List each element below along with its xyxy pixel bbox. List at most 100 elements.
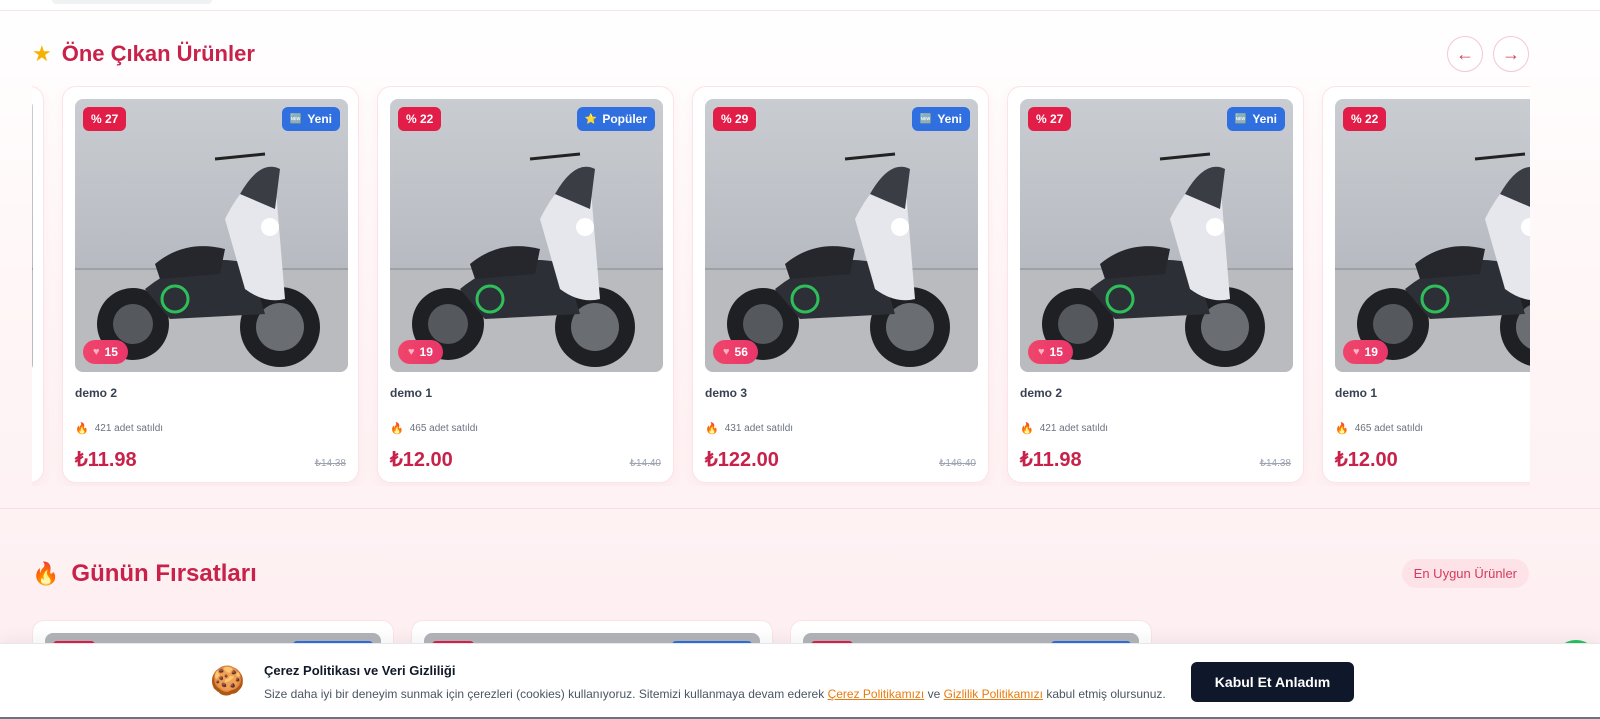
tag-icon: ⭐ (584, 113, 598, 125)
tag-icon: 🆕 (1234, 113, 1248, 125)
section-divider (0, 508, 1600, 509)
tag-label: Yeni (937, 112, 962, 126)
likes-count: 15 (1049, 345, 1063, 359)
likes-count: 19 (1364, 345, 1378, 359)
price-row: ₺12.00 ₺14.40 (390, 447, 661, 472)
carousel-arrows: ← → (1447, 36, 1529, 72)
product-name[interactable]: demo 3 (705, 386, 976, 400)
price: ₺12.00 (1335, 449, 1398, 471)
top-remnant (52, 0, 212, 4)
sold-text: 465 adet satıldı (409, 423, 479, 434)
old-price: ₺14.38 (1259, 458, 1291, 469)
heart-icon: ♥ (1038, 346, 1045, 358)
product-name[interactable]: demo 1 (1335, 386, 1530, 400)
likes-count: 19 (419, 345, 433, 359)
likes-badge[interactable]: ♥ 15 (1028, 340, 1073, 364)
deals-header: 🔥 Günün Fırsatları En Uygun Ürünler (32, 556, 1529, 592)
tag-badge: ⭐ Popüler (576, 107, 655, 131)
fire-icon: 🔥 (390, 423, 404, 435)
tag-label: Popüler (602, 112, 647, 126)
cookie-banner: 🍪 Çerez Politikası ve Veri Gizliliği Siz… (0, 643, 1600, 719)
featured-title: Öne Çıkan Ürünler (61, 41, 255, 66)
tag-badge: 🆕 Yeni (911, 107, 970, 131)
star-icon: ★ (32, 41, 52, 66)
discount-badge: % 22 (1343, 107, 1387, 131)
featured-header: ★ Öne Çıkan Ürünler ← → (32, 36, 1529, 72)
product-image[interactable]: % 29 🆕 Yeni ♥ 56 (705, 99, 978, 372)
product-name[interactable]: demo 2 (1020, 386, 1291, 400)
prev-arrow-button[interactable]: ← (1447, 36, 1483, 72)
sold-text: 421 adet satıldı (94, 423, 164, 434)
discount-badge: % 29 (713, 107, 757, 131)
fire-icon: 🔥 (32, 561, 60, 586)
heart-icon: ♥ (723, 346, 730, 358)
sold-text: 465 adet satıldı (1354, 423, 1424, 434)
sold-text: 421 adet satıldı (1039, 423, 1109, 434)
deals-title: Günün Fırsatları (71, 560, 257, 587)
cookie-text-part: kabul etmiş olursunuz. (1042, 687, 1166, 701)
heart-icon: ♥ (93, 346, 100, 358)
sold-count: 🔥 431 adet satıldı (705, 422, 976, 435)
sold-count: 🔥 465 adet satıldı (390, 422, 661, 435)
tag-badge: 🆕 Yeni (281, 107, 340, 131)
sold-count: 🔥 421 adet satıldı (1020, 422, 1291, 435)
cookie-policy-link[interactable]: Çerez Politikamızı (828, 687, 925, 701)
product-name[interactable]: demo 2 (75, 386, 346, 400)
deals-filter-pill[interactable]: En Uygun Ürünler (1401, 559, 1529, 588)
discount-badge: % 27 (83, 107, 127, 131)
price-row: ₺11.98 ₺14.38 (1020, 447, 1291, 472)
tag-label: Yeni (307, 112, 332, 126)
discount-badge: % 22 (398, 107, 442, 131)
likes-badge[interactable]: ♥ 19 (1343, 340, 1388, 364)
old-price: ₺14.40 (629, 458, 661, 469)
product-card[interactable]: % 22 ♥ 19 demo 1 🔥 465 adet satıldı ₺12.00 (1322, 86, 1530, 483)
accept-cookies-button[interactable]: Kabul Et Anladım (1191, 662, 1354, 702)
heart-icon: ♥ (1353, 346, 1360, 358)
product-image[interactable]: % 22 ⭐ Popüler ♥ 19 (390, 99, 663, 372)
product-image[interactable]: % 27 🆕 Yeni ♥ 15 (1020, 99, 1293, 372)
price: ₺122.00 (705, 449, 779, 471)
product-card[interactable]: % 27 🆕 Yeni ♥ 15 demo 2 🔥 421 adet satıldı … (1007, 86, 1304, 483)
cookie-title: Çerez Politikası ve Veri Gizliliği (264, 663, 456, 678)
price-row: ₺11.98 ₺14.38 (75, 447, 346, 472)
cookie-text-part: Size daha iyi bir deneyim sunmak için çe… (264, 687, 828, 701)
sold-text: 431 adet satıldı (724, 423, 794, 434)
product-card[interactable]: % 22 ⭐ Popüler ♥ 19 demo 1 🔥 465 adet satıl… (377, 86, 674, 483)
price-row: ₺12.00 (1335, 447, 1530, 472)
tag-icon: 🆕 (919, 113, 933, 125)
product-image[interactable]: % 27 🆕 Yeni ♥ 15 (75, 99, 348, 372)
product-name[interactable]: demo 1 (390, 386, 661, 400)
likes-badge[interactable]: ♥ 15 (83, 340, 128, 364)
sold-count: 🔥 421 adet satıldı (75, 422, 346, 435)
next-arrow-button[interactable]: → (1493, 36, 1529, 72)
featured-carousel: % 22 🆕Yeni ♥19 demo 1 🔥465 adet satıldı … (32, 86, 1530, 486)
price: ₺11.98 (75, 449, 137, 471)
tag-icon: 🆕 (289, 113, 303, 125)
product-card[interactable]: % 22 🆕Yeni ♥19 demo 1 🔥465 adet satıldı … (32, 86, 44, 483)
sold-count: 🔥 465 adet satıldı (1335, 422, 1530, 435)
cookie-text: Size daha iyi bir deneyim sunmak için çe… (264, 687, 1166, 701)
heart-icon: ♥ (408, 346, 415, 358)
fire-icon: 🔥 (75, 423, 89, 435)
likes-badge[interactable]: ♥ 19 (398, 340, 443, 364)
likes-count: 15 (104, 345, 118, 359)
price: ₺11.98 (1020, 449, 1082, 471)
tag-badge: 🆕 Yeni (1226, 107, 1285, 131)
fire-icon: 🔥 (1335, 423, 1349, 435)
cookie-icon: 🍪 (210, 665, 245, 696)
fire-icon: 🔥 (1020, 423, 1034, 435)
top-divider (0, 10, 1600, 11)
product-card[interactable]: % 29 🆕 Yeni ♥ 56 demo 3 🔥 431 adet satıldı … (692, 86, 989, 483)
product-image[interactable]: % 22 ♥ 19 (1335, 99, 1530, 372)
tag-label: Yeni (1252, 112, 1277, 126)
likes-count: 56 (734, 345, 748, 359)
privacy-policy-link[interactable]: Gizlilik Politikamızı (944, 687, 1043, 701)
cookie-text-part: ve (924, 687, 944, 701)
price-row: ₺122.00 ₺146.40 (705, 447, 976, 472)
price: ₺12.00 (390, 449, 453, 471)
product-image[interactable]: % 22 🆕Yeni ♥19 (32, 99, 33, 372)
product-card[interactable]: % 27 🆕 Yeni ♥ 15 demo 2 🔥 421 adet satıldı … (62, 86, 359, 483)
fire-icon: 🔥 (705, 423, 719, 435)
old-price: ₺146.40 (939, 458, 976, 469)
likes-badge[interactable]: ♥ 56 (713, 340, 758, 364)
